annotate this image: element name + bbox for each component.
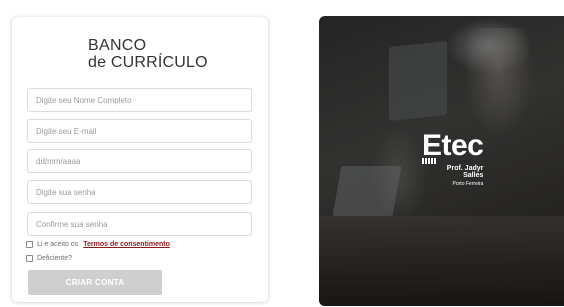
form-title: BANCO de CURRÍCULO [88,37,208,71]
disabled-label: Deficiente? [37,255,73,262]
form-title-line2: de CURRÍCULO [88,54,208,71]
etec-logo: Etec Prof. Jadyr Salles Porto Ferreira [422,129,484,187]
logo-line2: Salles [463,172,484,179]
password-input[interactable] [27,180,252,204]
email-input[interactable] [27,119,252,143]
signup-page: BANCO de CURRÍCULO Li e aceito os Termos… [0,0,564,307]
consent-label: Li e aceito os [37,241,79,248]
hero-image: Etec Prof. Jadyr Salles Porto Ferreira [319,16,564,306]
name-input[interactable] [27,88,252,112]
logo-line1: Prof. Jadyr [446,165,484,172]
signup-card: BANCO de CURRÍCULO Li e aceito os Termos… [12,17,268,302]
disabled-checkbox[interactable] [26,255,33,262]
logo-stripes-icon [422,158,436,164]
logo-city: Porto Ferreira [452,181,484,187]
consent-row: Li e aceito os Termos de consentimento [26,241,170,248]
form-title-line1: BANCO [88,37,147,54]
terms-link[interactable]: Termos de consentimento [83,241,170,248]
create-account-button[interactable]: CRIAR CONTA [28,270,162,295]
disabled-row: Deficiente? [26,255,72,262]
logo-name: Etec [422,129,484,162]
consent-checkbox[interactable] [26,241,33,248]
confirm-password-input[interactable] [27,212,252,236]
birthdate-input[interactable] [27,149,252,173]
